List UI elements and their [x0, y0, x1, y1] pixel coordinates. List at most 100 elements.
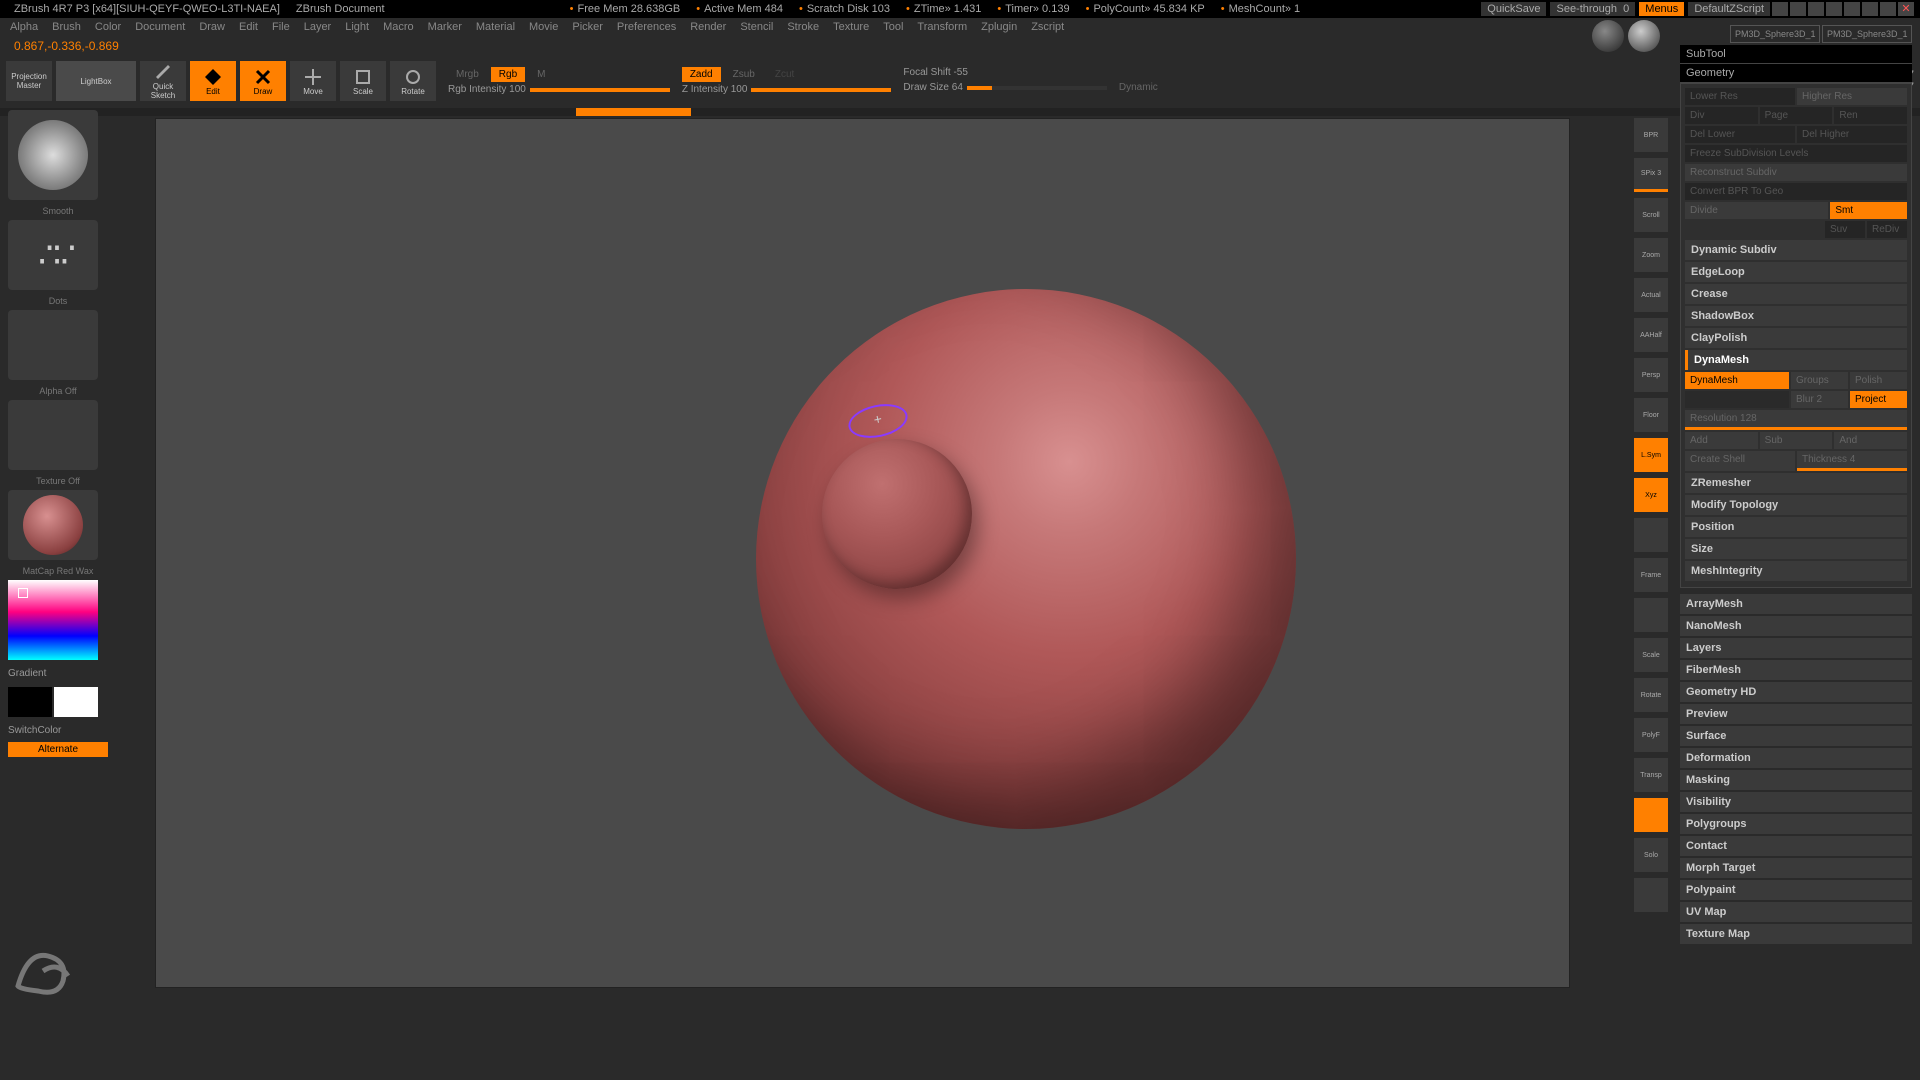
- meshintegrity-item[interactable]: MeshIntegrity: [1685, 561, 1907, 581]
- edgeloop-item[interactable]: EdgeLoop: [1685, 262, 1907, 282]
- scale-button[interactable]: Scale: [340, 61, 386, 101]
- panel-item[interactable]: Texture Map: [1680, 924, 1912, 944]
- dynamesh-item[interactable]: DynaMesh: [1685, 350, 1907, 370]
- zsub-button[interactable]: Zsub: [725, 67, 763, 82]
- scroll-button[interactable]: Scroll: [1634, 198, 1668, 232]
- quicksketch-button[interactable]: Quick Sketch: [140, 61, 186, 101]
- menu-item[interactable]: Alpha: [10, 21, 38, 33]
- menu-item[interactable]: Light: [345, 21, 369, 33]
- window-icon[interactable]: [1772, 2, 1788, 16]
- subtool-header[interactable]: SubTool: [1680, 45, 1912, 64]
- panel-item[interactable]: Contact: [1680, 836, 1912, 856]
- panel-item[interactable]: Polypaint: [1680, 880, 1912, 900]
- and-button[interactable]: And: [1834, 432, 1907, 449]
- suv-button[interactable]: Suv: [1825, 221, 1865, 238]
- menu-item[interactable]: Transform: [917, 21, 967, 33]
- panel-item[interactable]: FiberMesh: [1680, 660, 1912, 680]
- claypolish-item[interactable]: ClayPolish: [1685, 328, 1907, 348]
- alpha-thumb[interactable]: [8, 310, 98, 380]
- tool-thumb-icon[interactable]: [1628, 20, 1660, 52]
- projection-master-button[interactable]: Projection Master: [6, 61, 52, 101]
- menu-item[interactable]: Movie: [529, 21, 558, 33]
- draw-button[interactable]: Draw: [240, 61, 286, 101]
- del-higher-button[interactable]: Del Higher: [1797, 126, 1907, 143]
- lsym-button[interactable]: L.Sym: [1634, 438, 1668, 472]
- tool-slot[interactable]: PM3D_Sphere3D_1: [1822, 25, 1912, 43]
- convert-bpr-button[interactable]: Convert BPR To Geo: [1685, 183, 1907, 200]
- thickness-slider[interactable]: Thickness 4: [1797, 451, 1907, 471]
- divide-button[interactable]: Divide: [1685, 202, 1828, 219]
- menus-button[interactable]: Menus: [1639, 2, 1684, 16]
- frame-button[interactable]: Frame: [1634, 558, 1668, 592]
- edit-button[interactable]: Edit: [190, 61, 236, 101]
- resolution-slider[interactable]: Resolution 128: [1685, 410, 1907, 430]
- dynamesh-button[interactable]: DynaMesh: [1685, 372, 1789, 389]
- menu-item[interactable]: Tool: [883, 21, 903, 33]
- geometry-header[interactable]: Geometry: [1680, 64, 1912, 83]
- xyz-button[interactable]: Xyz: [1634, 478, 1668, 512]
- solo-button[interactable]: Solo: [1634, 838, 1668, 872]
- panel-item[interactable]: Preview: [1680, 704, 1912, 724]
- dynamic-subdiv-item[interactable]: Dynamic Subdiv: [1685, 240, 1907, 260]
- zcut-button[interactable]: Zcut: [767, 67, 802, 82]
- mrgb-button[interactable]: Mrgb: [448, 67, 487, 82]
- window-icon[interactable]: [1790, 2, 1806, 16]
- spix-button[interactable]: SPix 3: [1634, 158, 1668, 192]
- menu-item[interactable]: Texture: [833, 21, 869, 33]
- window-icon[interactable]: [1826, 2, 1842, 16]
- primary-color-swatch[interactable]: [8, 687, 52, 717]
- create-shell-button[interactable]: Create Shell: [1685, 451, 1795, 471]
- menu-item[interactable]: Edit: [239, 21, 258, 33]
- move-rail-button[interactable]: [1634, 598, 1668, 632]
- menu-item[interactable]: Stroke: [787, 21, 819, 33]
- transp-button[interactable]: Transp: [1634, 758, 1668, 792]
- panel-item[interactable]: NanoMesh: [1680, 616, 1912, 636]
- blur-label[interactable]: Blur 2: [1791, 391, 1848, 408]
- quicksave-button[interactable]: QuickSave: [1481, 2, 1546, 16]
- shelf-scrollbar[interactable]: [0, 108, 1920, 116]
- lower-res-button[interactable]: Lower Res: [1685, 88, 1795, 105]
- window-icon[interactable]: [1844, 2, 1860, 16]
- panel-item[interactable]: ArrayMesh: [1680, 594, 1912, 614]
- sub-button[interactable]: Sub: [1760, 432, 1833, 449]
- rgb-intensity-slider[interactable]: [530, 88, 670, 92]
- switchcolor-button[interactable]: SwitchColor: [8, 725, 108, 736]
- crease-item[interactable]: Crease: [1685, 284, 1907, 304]
- bpr-button[interactable]: BPR: [1634, 118, 1668, 152]
- project-button[interactable]: Project: [1850, 391, 1907, 408]
- shadowbox-item[interactable]: ShadowBox: [1685, 306, 1907, 326]
- rotate-button[interactable]: Rotate: [390, 61, 436, 101]
- size-item[interactable]: Size: [1685, 539, 1907, 559]
- menu-item[interactable]: Layer: [304, 21, 332, 33]
- panel-item[interactable]: Visibility: [1680, 792, 1912, 812]
- panel-item[interactable]: Polygroups: [1680, 814, 1912, 834]
- menu-item[interactable]: Zplugin: [981, 21, 1017, 33]
- rgb-button[interactable]: Rgb: [491, 67, 525, 82]
- menu-item[interactable]: Marker: [428, 21, 462, 33]
- color-picker[interactable]: [8, 580, 98, 660]
- menu-item[interactable]: Zscript: [1031, 21, 1064, 33]
- alternate-button[interactable]: Alternate: [8, 742, 108, 757]
- m-button[interactable]: M: [529, 67, 553, 82]
- draw-size-slider[interactable]: [967, 86, 1107, 90]
- actual-button[interactable]: Actual: [1634, 278, 1668, 312]
- menu-item[interactable]: File: [272, 21, 290, 33]
- material-thumb[interactable]: [8, 490, 98, 560]
- rediv-button[interactable]: ReDiv: [1867, 221, 1907, 238]
- panel-item[interactable]: Morph Target: [1680, 858, 1912, 878]
- menu-item[interactable]: Stencil: [740, 21, 773, 33]
- polish-button[interactable]: Polish: [1850, 372, 1907, 389]
- menu-item[interactable]: Color: [95, 21, 121, 33]
- lightbox-button[interactable]: LightBox: [56, 61, 136, 101]
- zoom-button[interactable]: Zoom: [1634, 238, 1668, 272]
- rotate-rail-button[interactable]: Rotate: [1634, 678, 1668, 712]
- groups-button[interactable]: Groups: [1791, 372, 1848, 389]
- menu-item[interactable]: Material: [476, 21, 515, 33]
- script-button[interactable]: DefaultZScript: [1688, 2, 1770, 16]
- smt-button[interactable]: Smt: [1830, 202, 1907, 219]
- menu-item[interactable]: Render: [690, 21, 726, 33]
- z-intensity-slider[interactable]: [751, 88, 891, 92]
- menu-item[interactable]: Macro: [383, 21, 414, 33]
- texture-thumb[interactable]: [8, 400, 98, 470]
- menu-item[interactable]: Picker: [572, 21, 603, 33]
